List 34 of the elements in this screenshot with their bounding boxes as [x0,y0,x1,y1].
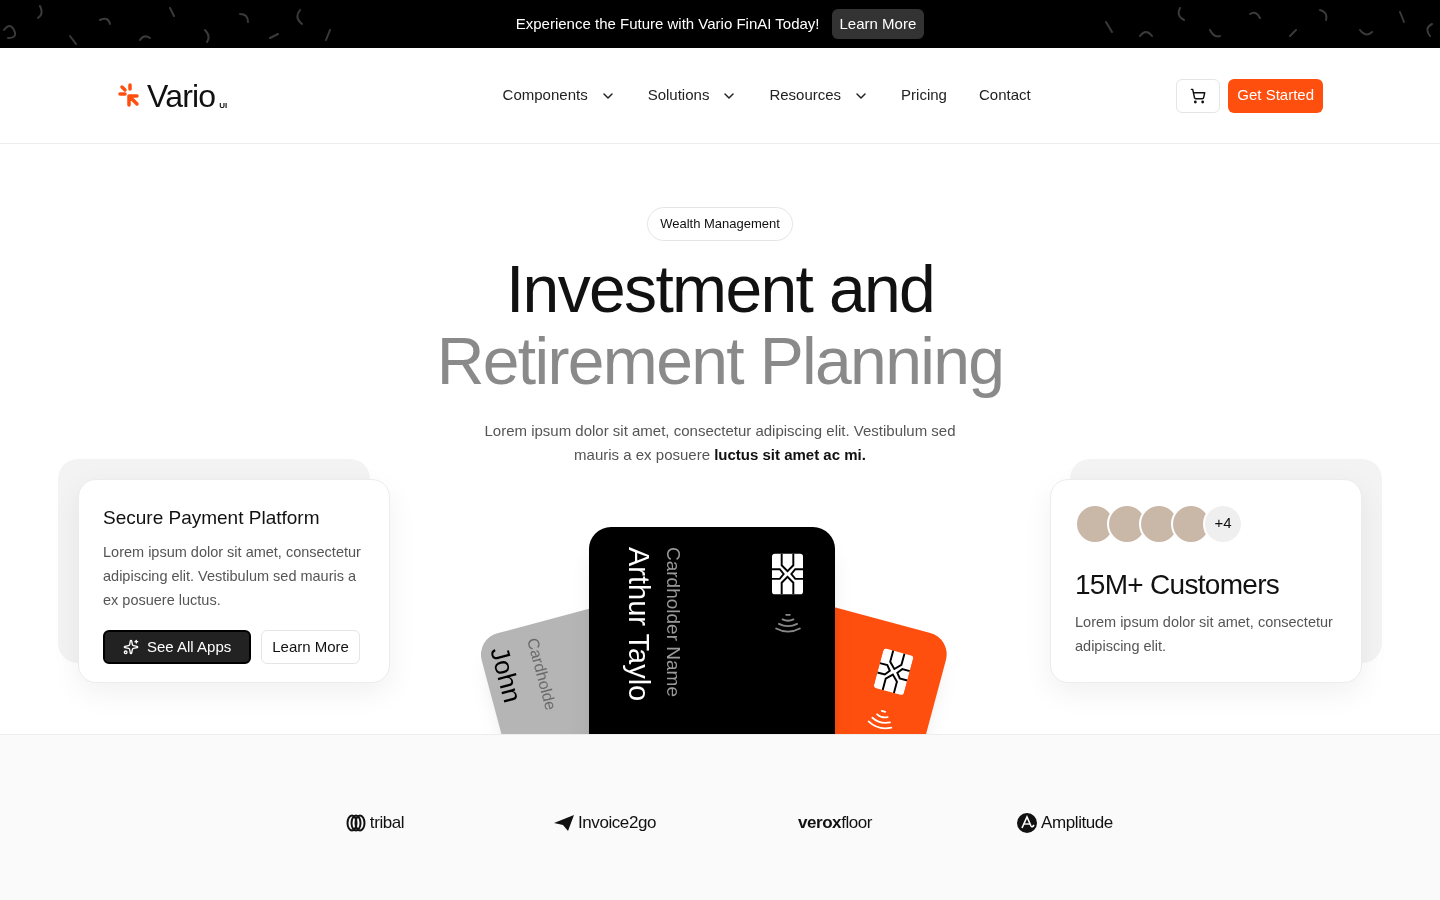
feature-title: Secure Payment Platform [103,505,321,530]
logo-text: Vario [147,79,216,112]
contactless-icon [775,612,801,633]
paper-plane-icon [554,814,574,831]
cardholder-name: Arthur Taylo [622,546,656,701]
more-customers-count: +4 [1203,503,1243,544]
logo-label: UI [219,99,228,112]
nav-link[interactable]: Components [502,84,616,107]
cart-icon [1190,87,1207,104]
see-all-apps-button[interactable]: See All Apps [103,630,252,664]
announcement-link[interactable]: Learn More [831,8,925,40]
hero-description: Lorem ipsum dolor sit amet, consectetur adipiscing elit. Vestibulum sed mauris a ex posuere luctus sit amet ac mi. [483,420,957,465]
sparkles-icon [123,639,139,655]
partner-name: Invoice2go [578,811,656,834]
customers-text: Lorem ipsum dolor sit amet, consectetur adipiscing elit. [1075,612,1334,656]
cart-button[interactable] [1176,78,1221,113]
announcement-text: Experience the Future with Vario FinAI Today! [515,13,820,34]
chip-icon [772,552,803,595]
partner-name: Amplitude [1041,811,1113,834]
partner-name: veroxfloor [797,811,873,834]
learn-more-button[interactable]: Learn More [261,630,360,664]
nav-link[interactable]: Contact [978,84,1031,107]
feature-text: Lorem ipsum dolor sit amet, consectetur adipiscing elit. Vestibulum sed mauris a ex posuere luctus. [103,543,362,610]
hero-title: Investment and [505,252,935,325]
nav-link[interactable]: Resources [769,84,870,107]
rings-icon [345,813,366,832]
partner-name: tribal [369,811,405,834]
nav-link[interactable]: Solutions [647,84,738,107]
vario-logo[interactable]: Vario UI [117,79,417,112]
nav-link[interactable]: Pricing [901,84,947,107]
cardholder-label: Cardholder Name [662,546,685,699]
customers-title: 15M+ Customers [1075,567,1281,602]
letter-a-icon [1017,812,1038,833]
hero-subtitle: Retirement Planning [436,324,1004,397]
